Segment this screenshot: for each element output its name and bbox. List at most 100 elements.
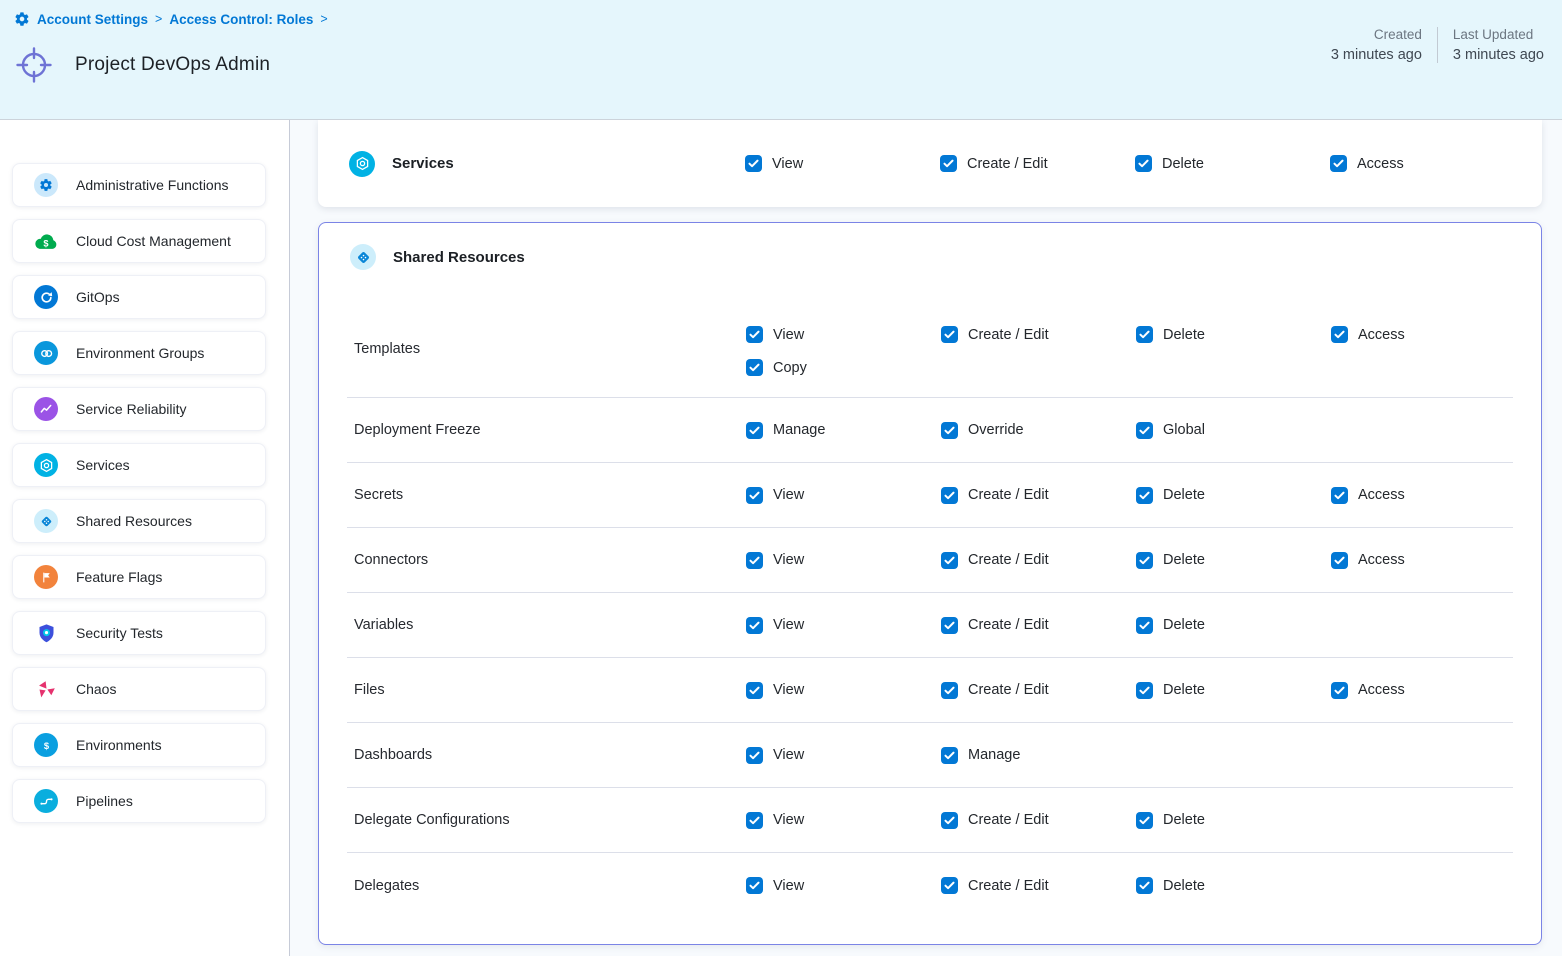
services-section-title: Services [392, 155, 454, 172]
checkbox-view[interactable]: View [745, 155, 940, 172]
checkbox-delete[interactable]: Delete [1135, 155, 1330, 172]
checkbox-checked-icon[interactable] [1331, 487, 1348, 504]
checkbox-view[interactable]: View [746, 682, 941, 699]
shared-resources-section-header: Shared Resources [319, 223, 1541, 270]
checkbox-checked-icon[interactable] [1331, 552, 1348, 569]
checkbox-checked-icon[interactable] [745, 155, 762, 172]
checkbox-manage[interactable]: Manage [746, 422, 941, 439]
permission-cell: View [746, 682, 941, 699]
permission-label: Create / Edit [968, 617, 1049, 633]
checkbox-checked-icon[interactable] [1136, 617, 1153, 634]
last-updated-meta: Last Updated 3 minutes ago [1438, 27, 1544, 63]
checkbox-delete[interactable]: Delete [1136, 487, 1331, 504]
checkbox-delete[interactable]: Delete [1136, 877, 1331, 894]
checkbox-access[interactable]: Access [1331, 487, 1513, 504]
resource-label: Dashboards [347, 747, 746, 763]
checkbox-create-edit[interactable]: Create / Edit [941, 617, 1136, 634]
checkbox-checked-icon[interactable] [1330, 155, 1347, 172]
checkbox-checked-icon[interactable] [941, 487, 958, 504]
services-permission-card: Services View Create / Edit Delete Acces… [318, 120, 1542, 207]
checkbox-checked-icon[interactable] [1136, 487, 1153, 504]
sidebar-item-environment-groups[interactable]: Environment Groups [12, 331, 266, 375]
checkbox-delete[interactable]: Delete [1136, 812, 1331, 829]
checkbox-access[interactable]: Access [1331, 326, 1513, 343]
checkbox-checked-icon[interactable] [746, 487, 763, 504]
checkbox-delete[interactable]: Delete [1136, 617, 1331, 634]
checkbox-view[interactable]: View [746, 487, 941, 504]
checkbox-checked-icon[interactable] [1331, 682, 1348, 699]
checkbox-access[interactable]: Access [1331, 682, 1513, 699]
checkbox-checked-icon[interactable] [746, 552, 763, 569]
checkbox-view[interactable]: View [746, 747, 941, 764]
services-section-header: Services [318, 151, 745, 177]
checkbox-access[interactable]: Access [1331, 552, 1513, 569]
checkbox-checked-icon[interactable] [746, 326, 763, 343]
checkbox-checked-icon[interactable] [941, 617, 958, 634]
checkbox-create-edit[interactable]: Create / Edit [941, 552, 1136, 569]
sidebar-item-pipelines[interactable]: Pipelines [12, 779, 266, 823]
shared-resources-permission-card: Shared Resources TemplatesViewCopyCreate… [318, 222, 1542, 945]
checkbox-checked-icon[interactable] [941, 812, 958, 829]
checkbox-checked-icon[interactable] [746, 422, 763, 439]
checkbox-checked-icon[interactable] [940, 155, 957, 172]
breadcrumb-account-settings[interactable]: Account Settings [37, 12, 148, 27]
checkbox-delete[interactable]: Delete [1136, 326, 1331, 343]
checkbox-checked-icon[interactable] [941, 682, 958, 699]
checkbox-checked-icon[interactable] [941, 326, 958, 343]
checkbox-delete[interactable]: Delete [1136, 682, 1331, 699]
checkbox-view[interactable]: View [746, 877, 941, 894]
checkbox-checked-icon[interactable] [941, 552, 958, 569]
sidebar-item-cloud-cost-management[interactable]: $Cloud Cost Management [12, 219, 266, 263]
sidebar-item-environments[interactable]: $Environments [12, 723, 266, 767]
checkbox-copy[interactable]: Copy [746, 359, 941, 376]
checkbox-view[interactable]: View [746, 326, 941, 343]
checkbox-view[interactable]: View [746, 552, 941, 569]
permission-cell: Delete [1136, 326, 1331, 343]
sidebar-item-administrative-functions[interactable]: Administrative Functions [12, 163, 266, 207]
checkbox-global[interactable]: Global [1136, 422, 1331, 439]
checkbox-view[interactable]: View [746, 617, 941, 634]
sidebar-item-label: Feature Flags [76, 569, 162, 585]
checkbox-checked-icon[interactable] [746, 747, 763, 764]
checkbox-create-edit[interactable]: Create / Edit [941, 877, 1136, 894]
checkbox-create-edit[interactable]: Create / Edit [941, 682, 1136, 699]
sidebar-item-services[interactable]: Services [12, 443, 266, 487]
checkbox-checked-icon[interactable] [1135, 155, 1152, 172]
checkbox-checked-icon[interactable] [1136, 552, 1153, 569]
sidebar-item-shared-resources[interactable]: Shared Resources [12, 499, 266, 543]
checkbox-delete[interactable]: Delete [1136, 552, 1331, 569]
checkbox-checked-icon[interactable] [1136, 682, 1153, 699]
sidebar-item-chaos[interactable]: Chaos [12, 667, 266, 711]
cloud-cost-management-icon: $ [34, 229, 58, 253]
checkbox-checked-icon[interactable] [1136, 326, 1153, 343]
checkbox-view[interactable]: View [746, 812, 941, 829]
checkbox-checked-icon[interactable] [746, 617, 763, 634]
checkbox-manage[interactable]: Manage [941, 747, 1136, 764]
permission-label: Delete [1163, 878, 1205, 894]
checkbox-checked-icon[interactable] [746, 359, 763, 376]
permission-cell: Delete [1136, 682, 1331, 699]
checkbox-override[interactable]: Override [941, 422, 1136, 439]
sidebar-item-feature-flags[interactable]: Feature Flags [12, 555, 266, 599]
sidebar-item-service-reliability[interactable]: Service Reliability [12, 387, 266, 431]
checkbox-checked-icon[interactable] [941, 422, 958, 439]
checkbox-checked-icon[interactable] [1136, 422, 1153, 439]
checkbox-access[interactable]: Access [1330, 155, 1542, 172]
checkbox-checked-icon[interactable] [746, 812, 763, 829]
gitops-icon [34, 285, 58, 309]
permission-label: Copy [773, 360, 807, 376]
checkbox-checked-icon[interactable] [1331, 326, 1348, 343]
checkbox-checked-icon[interactable] [941, 747, 958, 764]
checkbox-checked-icon[interactable] [941, 877, 958, 894]
checkbox-checked-icon[interactable] [746, 877, 763, 894]
checkbox-create-edit[interactable]: Create / Edit [941, 487, 1136, 504]
breadcrumb-access-control-roles[interactable]: Access Control: Roles [169, 12, 313, 27]
checkbox-checked-icon[interactable] [1136, 877, 1153, 894]
checkbox-checked-icon[interactable] [746, 682, 763, 699]
checkbox-create-edit[interactable]: Create / Edit [941, 812, 1136, 829]
checkbox-create-edit[interactable]: Create / Edit [940, 155, 1135, 172]
sidebar-item-gitops[interactable]: GitOps [12, 275, 266, 319]
checkbox-checked-icon[interactable] [1136, 812, 1153, 829]
sidebar-item-security-tests[interactable]: Security Tests [12, 611, 266, 655]
checkbox-create-edit[interactable]: Create / Edit [941, 326, 1136, 343]
